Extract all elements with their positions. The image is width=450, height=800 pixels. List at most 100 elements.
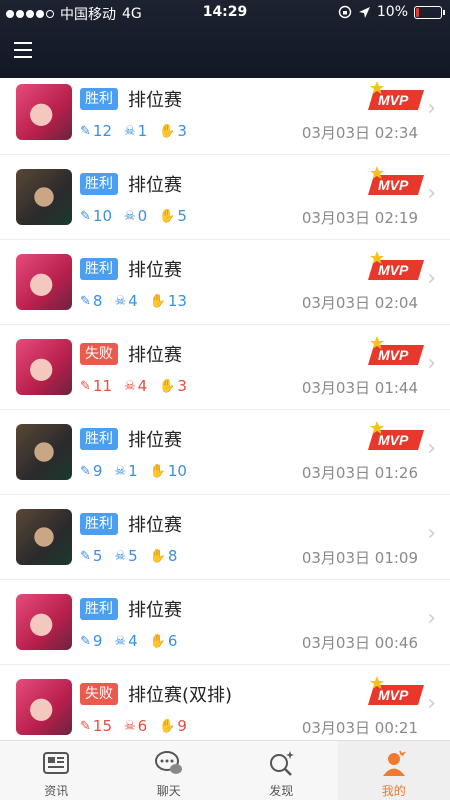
battery-percent: 10% [376, 4, 408, 20]
bottom-tab-bar: 资讯 聊天 发现 我的 [0, 740, 450, 800]
mvp-badge: MVP [368, 675, 424, 705]
mvp-label: MVP [378, 347, 409, 363]
chevron-right-icon: › [427, 436, 436, 461]
assists-value: 6 [167, 632, 178, 650]
mvp-label: MVP [378, 177, 409, 193]
hero-avatar [16, 84, 72, 140]
hero-avatar [16, 424, 72, 480]
chat-icon [154, 749, 184, 777]
result-badge: 胜利 [80, 513, 118, 535]
app-root: 中国移动 4G 14:29 10% 胜利 排位赛 ✎ 12 ☠ 1 ✋ 3 03月03日 02:… [0, 0, 450, 800]
assist-hand-icon: ✋ [159, 123, 176, 139]
stat-kills: ✎ 12 [80, 122, 112, 140]
deaths-value: 5 [128, 547, 138, 565]
tab-discover[interactable]: 发现 [225, 741, 338, 800]
hero-avatar [16, 254, 72, 310]
hero-avatar [16, 339, 72, 395]
status-bar: 中国移动 4G 14:29 10% [0, 0, 450, 26]
match-time: 03月03日 01:44 [301, 379, 418, 397]
chevron-right-icon: › [427, 266, 436, 291]
hero-avatar [16, 169, 72, 225]
stat-assists: ✋ 5 [159, 207, 187, 225]
match-row[interactable]: 胜利 排位赛 ✎ 8 ☠ 4 ✋ 13 03月03日 02:04 MVP › [0, 240, 450, 325]
assist-hand-icon: ✋ [159, 378, 176, 394]
skull-icon: ☠ [114, 293, 127, 309]
assists-value: 9 [177, 717, 187, 735]
result-badge: 胜利 [80, 428, 118, 450]
mvp-label: MVP [378, 432, 409, 448]
location-arrow-icon [358, 6, 370, 18]
hamburger-menu-icon[interactable] [14, 40, 34, 62]
stat-kills: ✎ 15 [80, 717, 112, 735]
mvp-badge: MVP [368, 80, 424, 110]
assist-hand-icon: ✋ [159, 208, 176, 224]
skull-icon: ☠ [124, 123, 136, 139]
kills-icon: ✎ [80, 633, 91, 649]
stat-kills: ✎ 9 [80, 462, 102, 480]
tab-chat[interactable]: 聊天 [113, 741, 226, 800]
assists-value: 3 [177, 377, 187, 395]
stat-assists: ✋ 3 [159, 377, 187, 395]
deaths-value: 4 [137, 377, 148, 395]
match-row[interactable]: 胜利 排位赛 ✎ 12 ☠ 1 ✋ 3 03月03日 02:34 MVP › [0, 78, 450, 155]
kda-stats: ✎ 11 ☠ 4 ✋ 3 [80, 377, 199, 395]
deaths-value: 4 [128, 292, 138, 310]
stat-kills: ✎ 5 [80, 547, 102, 565]
stat-deaths: ☠ 1 [114, 462, 137, 480]
kills-icon: ✎ [80, 548, 91, 564]
kda-stats: ✎ 9 ☠ 4 ✋ 6 [80, 632, 189, 650]
rotation-lock-icon [338, 5, 352, 19]
hero-avatar [16, 679, 72, 735]
assists-value: 3 [177, 122, 187, 140]
kills-icon: ✎ [80, 718, 91, 734]
deaths-value: 0 [137, 207, 148, 225]
tab-label: 发现 [269, 784, 294, 798]
mvp-label: MVP [378, 687, 409, 703]
deaths-value: 1 [128, 462, 138, 480]
assists-value: 5 [177, 207, 187, 225]
chevron-right-icon: › [427, 691, 436, 716]
kda-stats: ✎ 10 ☠ 0 ✋ 5 [80, 207, 199, 225]
assist-hand-icon: ✋ [149, 463, 166, 479]
match-row[interactable]: 失败 排位赛 ✎ 11 ☠ 4 ✋ 3 03月03日 01:44 MVP › [0, 325, 450, 410]
match-mode: 排位赛(双排) [128, 685, 233, 706]
skull-icon: ☠ [124, 378, 136, 394]
stat-assists: ✋ 10 [150, 462, 187, 480]
kda-stats: ✎ 9 ☠ 1 ✋ 10 [80, 462, 199, 480]
match-time: 03月03日 01:09 [301, 549, 418, 567]
mvp-badge: MVP [368, 165, 424, 195]
kills-icon: ✎ [80, 293, 91, 309]
match-time: 03月03日 00:46 [301, 634, 418, 652]
deaths-value: 4 [128, 632, 138, 650]
skull-icon: ☠ [114, 633, 127, 649]
match-row[interactable]: 胜利 排位赛 ✎ 5 ☠ 5 ✋ 8 03月03日 01:09 › [0, 495, 450, 580]
match-time: 03月03日 00:21 [301, 719, 418, 737]
chevron-right-icon: › [427, 606, 436, 631]
kills-value: 10 [92, 207, 112, 225]
kills-value: 8 [92, 292, 103, 310]
profile-icon [379, 749, 409, 777]
deaths-value: 1 [137, 122, 148, 140]
kills-value: 12 [92, 122, 112, 140]
match-mode: 排位赛 [128, 515, 182, 536]
tab-news[interactable]: 资讯 [0, 741, 113, 800]
match-row[interactable]: 胜利 排位赛 ✎ 9 ☠ 1 ✋ 10 03月03日 01:26 MVP › [0, 410, 450, 495]
stat-assists: ✋ 3 [159, 122, 187, 140]
news-icon [41, 749, 71, 777]
tab-profile[interactable]: 我的 [337, 741, 450, 800]
kills-value: 9 [92, 462, 103, 480]
skull-icon: ☠ [124, 208, 136, 224]
stat-kills: ✎ 8 [80, 292, 102, 310]
stat-deaths: ☠ 4 [114, 292, 137, 310]
match-time: 03月03日 01:26 [301, 464, 418, 482]
match-mode: 排位赛 [128, 90, 182, 111]
chevron-right-icon: › [427, 181, 436, 206]
battery-icon [414, 5, 445, 19]
stat-deaths: ☠ 6 [124, 717, 147, 735]
match-row[interactable]: 胜利 排位赛 ✎ 10 ☠ 0 ✋ 5 03月03日 02:19 MVP › [0, 155, 450, 240]
kills-value: 9 [92, 632, 103, 650]
result-badge: 胜利 [80, 173, 118, 195]
hero-avatar [16, 594, 72, 650]
match-row[interactable]: 失败 排位赛(双排) ✎ 15 ☠ 6 ✋ 9 03月03日 00:21 MVP › [0, 665, 450, 738]
match-row[interactable]: 胜利 排位赛 ✎ 9 ☠ 4 ✋ 6 03月03日 00:46 › [0, 580, 450, 665]
